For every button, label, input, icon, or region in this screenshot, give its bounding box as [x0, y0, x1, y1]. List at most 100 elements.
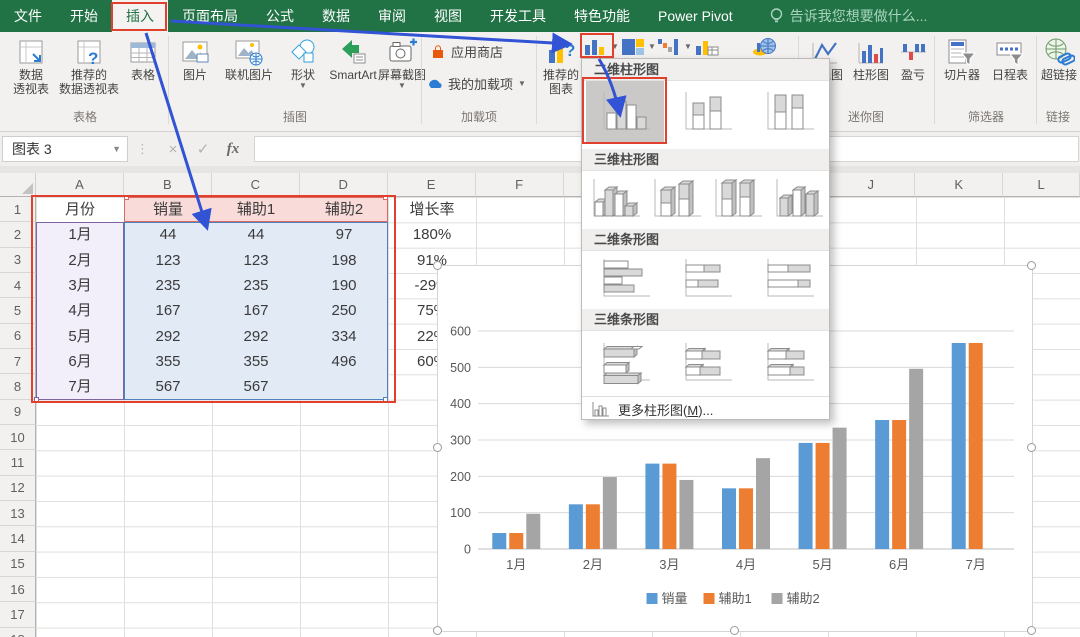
name-box[interactable]: 图表 3 ▼ [2, 136, 128, 162]
row-header-3[interactable]: 3 [0, 248, 36, 273]
column-header-D[interactable]: D [300, 173, 388, 197]
tell-me-box[interactable]: 告诉我您想要做什么... [769, 0, 928, 32]
row-header-14[interactable]: 14 [0, 526, 36, 551]
cell-A8[interactable]: 7月 [36, 374, 124, 399]
cell-D4[interactable]: 190 [300, 273, 388, 298]
insert-function-button[interactable]: fx [218, 141, 248, 158]
insert-column-chart-button[interactable]: ▼ [583, 36, 619, 58]
cell-D7[interactable]: 496 [300, 349, 388, 374]
row-header-6[interactable]: 6 [0, 324, 36, 349]
column-header-L[interactable]: L [1003, 173, 1080, 197]
recommended-charts-button[interactable]: ?推荐的图表 [540, 34, 582, 96]
menu-item-bar3d-clustered[interactable] [586, 335, 664, 391]
cell-E2[interactable]: 180% [388, 222, 476, 247]
chart-selection-handle[interactable] [433, 626, 442, 635]
cell-E1[interactable]: 增长率 [388, 197, 476, 222]
3d-map-button[interactable] [752, 36, 778, 58]
cell-A5[interactable]: 4月 [36, 298, 124, 323]
column-header-B[interactable]: B [124, 173, 212, 197]
cell-C8[interactable]: 567 [212, 374, 300, 399]
cell-B3[interactable]: 123 [124, 248, 212, 273]
cancel-button[interactable]: × [158, 141, 188, 158]
cell-D1[interactable]: 辅助2 [300, 197, 388, 222]
menu-item-bar3d-100[interactable] [750, 335, 828, 391]
cell-C7[interactable]: 355 [212, 349, 300, 374]
cell-C3[interactable]: 123 [212, 248, 300, 273]
menu-item-bar-stacked[interactable] [668, 253, 746, 305]
chart-selection-handle[interactable] [433, 443, 442, 452]
timeline-button[interactable]: 日程表 [986, 34, 1034, 82]
cell-A2[interactable]: 1月 [36, 222, 124, 247]
chart-selection-handle[interactable] [1027, 261, 1036, 270]
cell-A3[interactable]: 2月 [36, 248, 124, 273]
cell-C5[interactable]: 167 [212, 298, 300, 323]
column-header-C[interactable]: C [212, 173, 300, 197]
shapes-button[interactable]: 形状▼ [282, 34, 324, 90]
row-header-7[interactable]: 7 [0, 349, 36, 374]
column-header-F[interactable]: F [476, 173, 564, 197]
menu-item-bar3d-stacked[interactable] [668, 335, 746, 391]
cell-D2[interactable]: 97 [300, 222, 388, 247]
row-header-12[interactable]: 12 [0, 476, 36, 501]
column-header-A[interactable]: A [36, 173, 124, 197]
tab-formulas[interactable]: 公式 [252, 0, 308, 32]
column-header-J[interactable]: J [827, 173, 915, 197]
chart-selection-handle[interactable] [433, 261, 442, 270]
column-header-K[interactable]: K [915, 173, 1003, 197]
tab-view[interactable]: 视图 [420, 0, 476, 32]
menu-item-col3d-100[interactable] [708, 173, 766, 225]
cell-B6[interactable]: 292 [124, 324, 212, 349]
tab-review[interactable]: 审阅 [364, 0, 420, 32]
recommended-pivot-tables-button[interactable]: ?推荐的数据透视表 [58, 34, 120, 96]
menu-item-col-clustered[interactable] [586, 81, 664, 143]
menu-item-bar-100[interactable] [750, 253, 828, 305]
menu-item-bar-clustered[interactable] [586, 253, 664, 305]
cell-B5[interactable]: 167 [124, 298, 212, 323]
row-header-18[interactable]: 18 [0, 628, 36, 637]
cell-B7[interactable]: 355 [124, 349, 212, 374]
tab-features[interactable]: 特色功能 [560, 0, 644, 32]
hyperlink-button[interactable]: 超链接 [1038, 34, 1080, 82]
row-header-11[interactable]: 11 [0, 450, 36, 475]
tab-page-layout[interactable]: 页面布局 [168, 0, 252, 32]
pivot-chart-button[interactable] [694, 36, 720, 58]
pictures-button[interactable]: 图片 [172, 34, 218, 82]
slicer-button[interactable]: 切片器 [938, 34, 986, 82]
cell-B1[interactable]: 销量 [124, 197, 212, 222]
menu-item-col3d-stacked[interactable] [647, 173, 705, 225]
sparkline-winloss-button[interactable]: 盈亏 [894, 34, 932, 82]
cell-A1[interactable]: 月份 [36, 197, 124, 222]
tab-insert[interactable]: 插入 [112, 0, 168, 32]
more-column-charts-item[interactable]: 更多柱形图(M)... [582, 396, 829, 421]
row-header-5[interactable]: 5 [0, 298, 36, 323]
tab-data[interactable]: 数据 [308, 0, 364, 32]
screenshot-button[interactable]: 屏幕截图▼ [378, 34, 426, 90]
chart-selection-handle[interactable] [1027, 443, 1036, 452]
menu-item-col3d-depth[interactable] [769, 173, 827, 225]
cell-B8[interactable]: 567 [124, 374, 212, 399]
sparkline-column-button[interactable]: 柱形图 [848, 34, 894, 82]
smartart-button[interactable]: SmartArt [324, 34, 382, 82]
pivot-table-button[interactable]: 数据透视表 [4, 34, 58, 96]
tab-home[interactable]: 开始 [56, 0, 112, 32]
insert-statistic-chart-button[interactable]: ▼ [656, 36, 692, 58]
cell-D5[interactable]: 250 [300, 298, 388, 323]
menu-item-col-100[interactable] [750, 81, 828, 143]
menu-item-col3d-clustered[interactable] [586, 173, 644, 225]
row-header-13[interactable]: 13 [0, 501, 36, 526]
cell-C4[interactable]: 235 [212, 273, 300, 298]
row-header-17[interactable]: 17 [0, 602, 36, 627]
cell-D3[interactable]: 198 [300, 248, 388, 273]
cell-A4[interactable]: 3月 [36, 273, 124, 298]
chart-selection-handle[interactable] [730, 626, 739, 635]
cell-C2[interactable]: 44 [212, 222, 300, 247]
tab-file[interactable]: 文件 [0, 0, 56, 32]
my-add-ins-button[interactable]: 我的加载项▼ [427, 74, 526, 93]
cell-C6[interactable]: 292 [212, 324, 300, 349]
row-header-4[interactable]: 4 [0, 273, 36, 298]
cell-B2[interactable]: 44 [124, 222, 212, 247]
cell-A6[interactable]: 5月 [36, 324, 124, 349]
cell-D6[interactable]: 334 [300, 324, 388, 349]
menu-item-col-stacked[interactable] [668, 81, 746, 143]
chart-selection-handle[interactable] [1027, 626, 1036, 635]
